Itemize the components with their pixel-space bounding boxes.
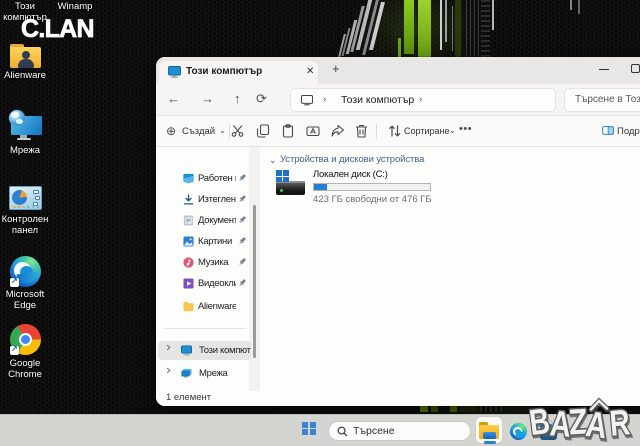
svg-text:R: R bbox=[608, 401, 631, 444]
